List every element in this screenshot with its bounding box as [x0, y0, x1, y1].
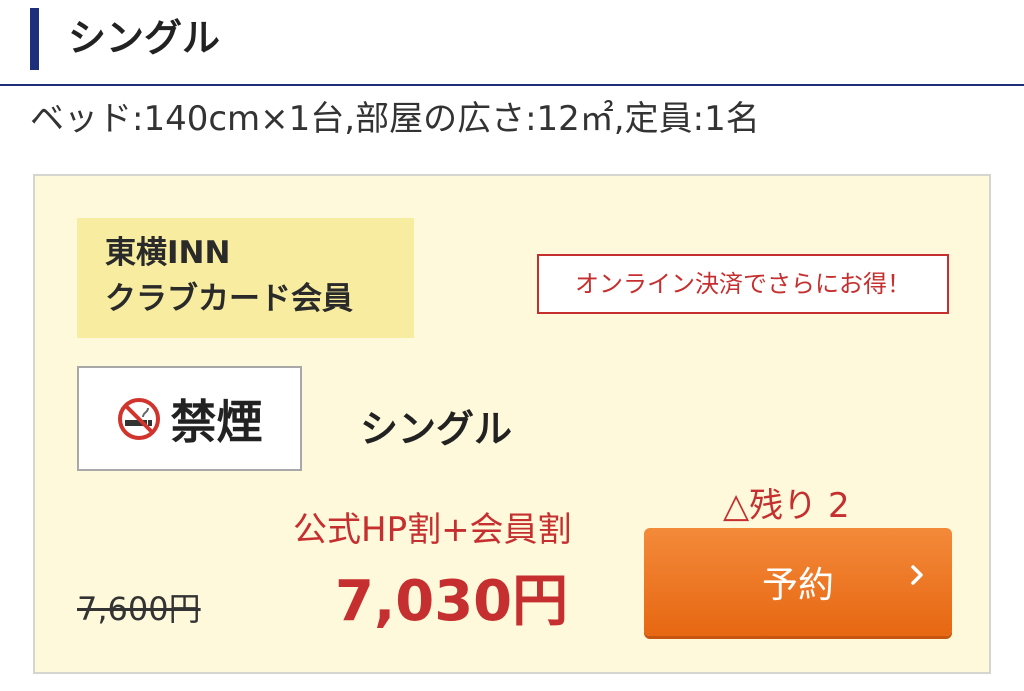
- chevron-right-icon: [911, 565, 923, 585]
- title-accent-bar: [30, 8, 39, 70]
- page-title: シングル: [68, 16, 221, 60]
- member-badge-line-2: クラブカード会員: [105, 281, 353, 317]
- original-price: 7,600円: [77, 590, 201, 628]
- smoking-badge: 禁煙: [77, 366, 302, 471]
- no-smoking-icon: [117, 397, 160, 440]
- room-type: シングル: [360, 407, 513, 451]
- price: 7,030円: [335, 569, 569, 634]
- member-badge-line-1: 東横INN: [105, 235, 231, 271]
- reserve-button[interactable]: 予約: [644, 528, 952, 636]
- smoking-label: 禁煙: [170, 394, 263, 449]
- online-payment-notice: オンライン決済でさらにお得！: [537, 254, 949, 314]
- plan-card: 東横INN クラブカード会員 オンライン決済でさらにお得！ 禁煙 シングル △残…: [33, 174, 991, 674]
- member-badge: 東横INN クラブカード会員: [77, 218, 414, 338]
- title-divider: [0, 84, 1024, 86]
- reserve-button-label: 予約: [761, 565, 834, 606]
- discount-label: 公式HP割+会員割: [293, 510, 572, 550]
- rooms-remaining: △残り 2: [723, 486, 850, 526]
- room-info: ベッド:140cm×1台,部屋の広さ:12㎡,定員:1名: [30, 99, 760, 139]
